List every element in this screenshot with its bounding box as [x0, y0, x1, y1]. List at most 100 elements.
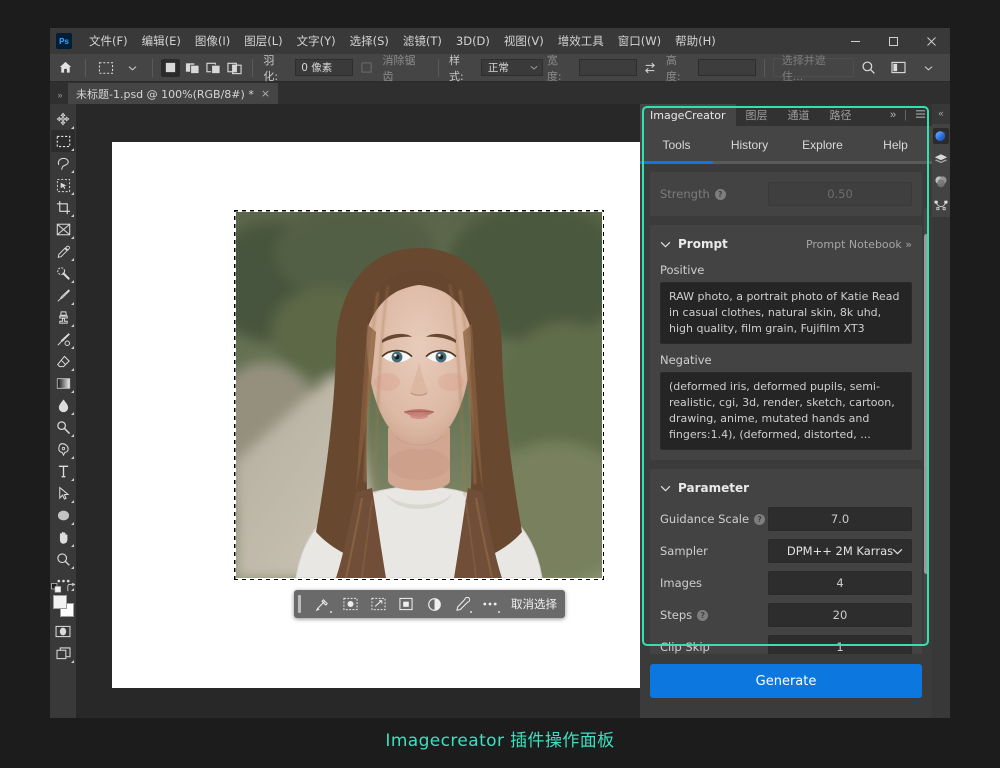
subtab-help[interactable]: Help: [859, 126, 932, 164]
prompt-section-header[interactable]: Prompt Prompt Notebook »: [660, 235, 912, 253]
help-icon[interactable]: ?: [697, 610, 708, 621]
crop-tool[interactable]: [51, 196, 75, 218]
home-icon[interactable]: [54, 57, 77, 79]
panel-menu-icon[interactable]: [915, 109, 926, 122]
channels-icon[interactable]: [933, 174, 949, 190]
history-brush-tool[interactable]: [51, 328, 75, 350]
close-icon[interactable]: ×: [261, 87, 270, 100]
expand-icon[interactable]: »: [890, 109, 896, 121]
chevron-down-icon[interactable]: [916, 57, 940, 79]
tab-imagecreator[interactable]: ImageCreator: [640, 104, 736, 126]
clone-stamp-tool[interactable]: [51, 306, 75, 328]
width-input[interactable]: [579, 59, 637, 76]
select-subject-icon[interactable]: [309, 593, 335, 615]
positive-prompt-input[interactable]: RAW photo, a portrait photo of Katie Rea…: [660, 282, 912, 344]
menu-plugins[interactable]: 增效工具: [551, 30, 611, 52]
menu-filter[interactable]: 滤镜(T): [396, 30, 449, 52]
antialias-checkbox[interactable]: [355, 57, 378, 79]
pen-tool[interactable]: [51, 438, 75, 460]
adjustment-icon[interactable]: [421, 593, 447, 615]
guidance-scale-input[interactable]: 7.0: [768, 507, 912, 531]
blur-tool[interactable]: [51, 394, 75, 416]
deselect-button[interactable]: 取消选择: [511, 596, 557, 612]
intersect-selection-button[interactable]: [225, 59, 244, 77]
object-selection-tool[interactable]: [51, 174, 75, 196]
menu-type[interactable]: 文字(Y): [290, 30, 343, 52]
height-input[interactable]: [698, 59, 756, 76]
steps-input[interactable]: 20: [768, 603, 912, 627]
color-swatches[interactable]: [51, 594, 75, 620]
layers-icon[interactable]: [933, 151, 949, 167]
marquee-tool-icon[interactable]: [94, 57, 118, 79]
tab-paths[interactable]: 路径: [820, 104, 862, 126]
menu-edit[interactable]: 编辑(E): [135, 30, 188, 52]
drag-handle[interactable]: [298, 595, 301, 613]
current-tool-group[interactable]: [94, 57, 144, 79]
document-tab[interactable]: 未标题-1.psd @ 100%(RGB/8#) * ×: [68, 83, 278, 104]
subtab-history[interactable]: History: [713, 126, 786, 164]
chevron-down-icon[interactable]: [120, 57, 144, 79]
select-and-mask-button[interactable]: 选择并遮住...: [773, 58, 854, 77]
rectangular-marquee-tool[interactable]: [51, 130, 75, 152]
prompt-notebook-link[interactable]: Prompt Notebook »: [806, 238, 912, 251]
strength-input[interactable]: 0.50: [768, 182, 912, 206]
negative-prompt-input[interactable]: (deformed iris, deformed pupils, semi-re…: [660, 372, 912, 450]
imagecreator-icon[interactable]: [933, 128, 949, 144]
quick-mask-icon[interactable]: [51, 620, 75, 642]
close-icon[interactable]: [912, 28, 950, 54]
sampler-select[interactable]: DPM++ 2M Karras: [768, 539, 912, 563]
selection-floating-toolbar[interactable]: 取消选择: [294, 590, 565, 618]
gradient-tool[interactable]: [51, 372, 75, 394]
document-canvas[interactable]: 取消选择: [112, 142, 640, 688]
screen-mode-icon[interactable]: [51, 642, 75, 664]
subtab-tools[interactable]: Tools: [640, 126, 713, 164]
chevron-down-icon[interactable]: [660, 479, 671, 497]
frame-tool[interactable]: [51, 218, 75, 240]
parameter-section-header[interactable]: Parameter: [660, 479, 912, 497]
add-to-selection-button[interactable]: [182, 59, 201, 77]
panel-scrollbar-thumb[interactable]: [924, 234, 929, 574]
swap-icon[interactable]: [639, 57, 662, 79]
paths-icon[interactable]: [933, 197, 949, 213]
feather-input[interactable]: 0 像素: [295, 59, 353, 76]
dodge-tool[interactable]: [51, 416, 75, 438]
help-icon[interactable]: ?: [754, 514, 765, 525]
eyedropper-tool[interactable]: [51, 240, 75, 262]
menu-image[interactable]: 图像(I): [188, 30, 237, 52]
new-selection-button[interactable]: [161, 59, 180, 77]
foreground-color-swatch[interactable]: [53, 595, 67, 609]
path-selection-tool[interactable]: [51, 482, 75, 504]
help-icon[interactable]: ?: [715, 189, 726, 200]
generate-button[interactable]: Generate: [650, 664, 922, 698]
menu-file[interactable]: 文件(F): [82, 30, 135, 52]
fill-selection-icon[interactable]: [393, 593, 419, 615]
more-options-icon[interactable]: [477, 593, 503, 615]
menu-3d[interactable]: 3D(D): [449, 31, 497, 51]
hand-tool[interactable]: [51, 526, 75, 548]
search-icon[interactable]: [856, 57, 880, 79]
collapse-panels-icon[interactable]: «: [938, 108, 943, 118]
tab-layers[interactable]: 图层: [736, 104, 778, 126]
ellipse-tool[interactable]: [51, 504, 75, 526]
clip-skip-input[interactable]: 1: [768, 635, 912, 654]
subtract-from-selection-button[interactable]: [204, 59, 223, 77]
tab-channels[interactable]: 通道: [778, 104, 820, 126]
menu-view[interactable]: 视图(V): [497, 30, 551, 52]
tab-overflow-icon[interactable]: »: [52, 90, 68, 104]
menu-window[interactable]: 窗口(W): [611, 30, 668, 52]
brush-tool[interactable]: [51, 284, 75, 306]
style-select[interactable]: 正常: [481, 59, 543, 76]
refine-edge-icon[interactable]: [337, 593, 363, 615]
zoom-tool[interactable]: [51, 548, 75, 570]
move-tool[interactable]: [51, 108, 75, 130]
subtab-explore[interactable]: Explore: [786, 126, 859, 164]
portrait-image[interactable]: [236, 212, 602, 578]
minimize-icon[interactable]: [836, 28, 874, 54]
chevron-down-icon[interactable]: [660, 235, 671, 253]
lasso-tool[interactable]: [51, 152, 75, 174]
menu-help[interactable]: 帮助(H): [668, 30, 723, 52]
workspace-icon[interactable]: [886, 57, 910, 79]
spot-healing-brush-tool[interactable]: [51, 262, 75, 284]
transform-selection-icon[interactable]: [365, 593, 391, 615]
mask-icon[interactable]: [449, 593, 475, 615]
